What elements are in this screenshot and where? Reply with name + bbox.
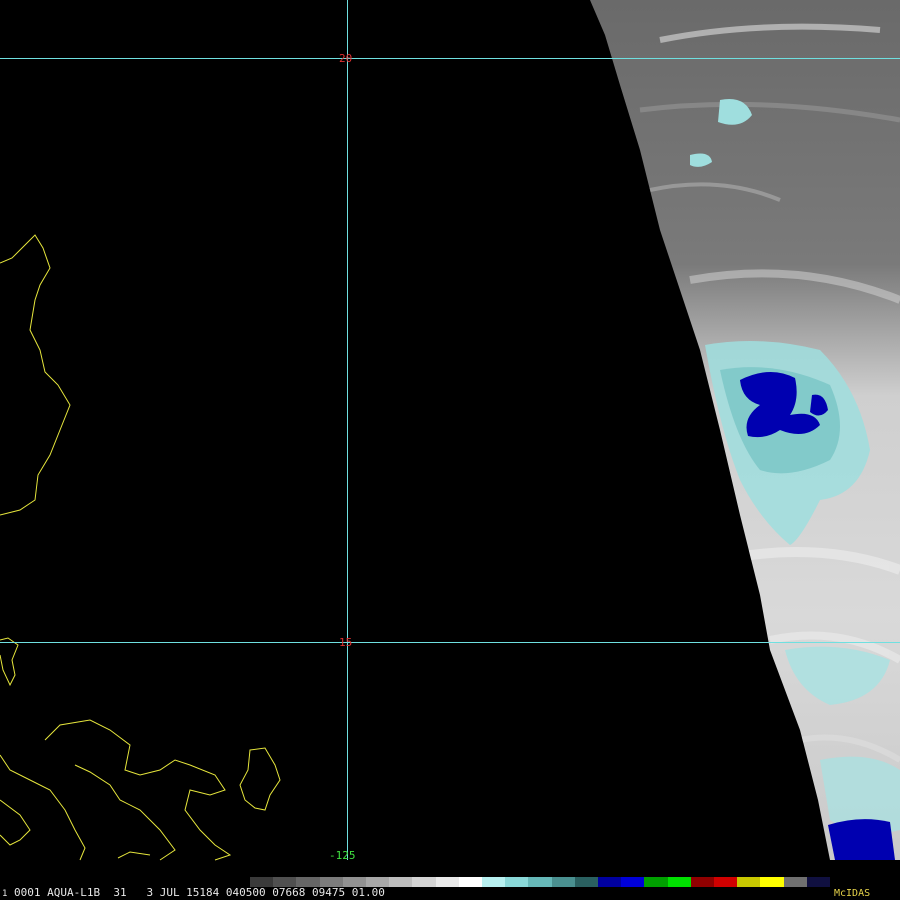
lat-label-15: 15: [339, 636, 353, 649]
lat-label-20: 20: [339, 52, 353, 65]
frame-number: 1: [2, 889, 8, 899]
mcidas-logo: McIDAS: [834, 888, 871, 899]
status-bar: 1 0001 AQUA-L1B 31 3 JUL 15184 040500 07…: [0, 886, 900, 900]
lon-label-125: -125: [329, 849, 356, 862]
satellite-map: [0, 0, 900, 900]
image-info-text: 0001 AQUA-L1B 31 3 JUL 15184 040500 0766…: [14, 886, 385, 899]
